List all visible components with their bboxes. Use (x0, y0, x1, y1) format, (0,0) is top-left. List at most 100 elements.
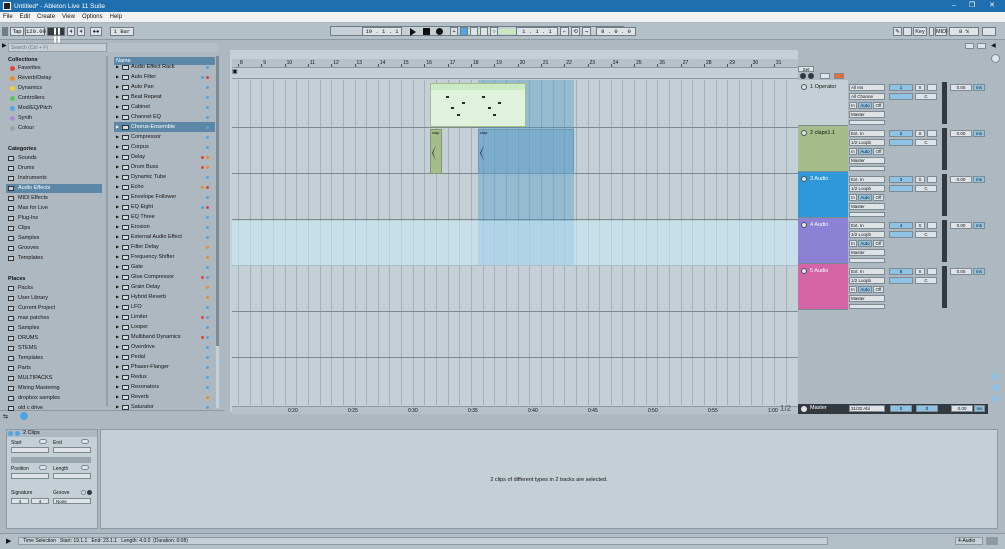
expand-arrow-icon[interactable]: ▶ (116, 132, 119, 142)
audio-clip-clap-2[interactable]: clap (478, 129, 574, 174)
expand-arrow-icon[interactable]: ▶ (116, 342, 119, 352)
ms-button[interactable]: ms (973, 84, 985, 91)
track-name[interactable]: 1 Operator (810, 84, 836, 90)
expand-arrow-icon[interactable]: ▶ (116, 332, 119, 342)
zoom-fit-icon[interactable] (992, 395, 999, 402)
track-output[interactable]: Master (849, 203, 885, 210)
swap-icon[interactable]: ⇆ (3, 413, 11, 420)
expand-arrow-icon[interactable]: ▶ (116, 192, 119, 202)
place-item-packs[interactable]: Packs (6, 284, 102, 293)
track-volume[interactable] (889, 185, 913, 192)
end-set-button[interactable] (81, 439, 89, 444)
category-item-templates[interactable]: Templates (6, 254, 102, 263)
tap-button[interactable]: Tap (10, 27, 24, 36)
minimize-button[interactable]: – (945, 0, 963, 12)
track-output-channel[interactable] (849, 258, 885, 263)
loop-length-field[interactable]: 8 . 0 . 0 (596, 27, 636, 36)
send-button[interactable]: C (915, 139, 937, 146)
expand-arrow-icon[interactable]: ▶ (116, 212, 119, 222)
items-scrollbar[interactable] (216, 56, 219, 408)
expand-arrow-icon[interactable]: ▶ (116, 292, 119, 302)
monitor-in-button[interactable]: In (849, 286, 857, 293)
monitor-in-button[interactable]: In (849, 194, 857, 201)
arm-button[interactable] (927, 130, 937, 137)
device-item-reverb[interactable]: ▶ Reverb (114, 392, 215, 402)
position-field[interactable] (11, 473, 49, 479)
track-output[interactable]: Master (849, 295, 885, 302)
category-item-samples[interactable]: Samples (6, 234, 102, 243)
track-name[interactable]: 5 Audio (810, 268, 828, 274)
expand-arrow-icon[interactable]: ▶ (116, 252, 119, 262)
detail-toggle-icon[interactable]: ▶ (6, 537, 11, 545)
track-vol-value[interactable]: 0.00 (950, 268, 972, 275)
expand-arrow-icon[interactable]: ▶ (116, 82, 119, 92)
track-activator[interactable]: 1 (889, 84, 913, 91)
automation-arm-button[interactable] (460, 27, 468, 36)
end-field[interactable] (53, 447, 91, 453)
expand-arrow-icon[interactable]: ▶ (116, 372, 119, 382)
solo-button[interactable]: S (915, 130, 925, 137)
category-item-plug-ins[interactable]: Plug-Ins (6, 214, 102, 223)
track-input-type[interactable]: Ext. In (849, 268, 885, 275)
master-ms-button[interactable]: ms (974, 405, 985, 412)
monitor-off-button[interactable]: Off (873, 240, 884, 247)
place-item-max-patches[interactable]: max patches (6, 314, 102, 323)
monitor-in-button[interactable]: In (849, 102, 857, 109)
unfold-all-icon[interactable] (808, 73, 814, 79)
signature-numerator[interactable]: 4 (67, 27, 75, 36)
place-item-old-c-drive[interactable]: old c drive (6, 404, 102, 413)
track-header-2[interactable]: 2 claps1.1 (798, 126, 848, 172)
track-input-type[interactable]: Ext. In (849, 130, 885, 137)
track-name[interactable]: 4 Audio (810, 222, 828, 228)
send-button[interactable]: C (915, 93, 937, 100)
monitor-auto-button[interactable]: Auto (858, 194, 872, 201)
device-item-gate[interactable]: ▶ Gate (114, 262, 215, 272)
device-item-pedal[interactable]: ▶ Pedal (114, 352, 215, 362)
track-area[interactable]: clap clap (232, 80, 798, 410)
track-output[interactable]: Master (849, 249, 885, 256)
expand-arrow-icon[interactable]: ▶ (116, 72, 119, 82)
track-header-5[interactable]: 5 Audio (798, 264, 848, 310)
solo-button[interactable]: S (915, 268, 925, 275)
collection-item-mod-eq-pitch[interactable]: Mod/EQ/Pitch (6, 104, 102, 113)
arm-button[interactable] (927, 176, 937, 183)
track-output[interactable]: Master (849, 111, 885, 118)
length-field[interactable] (53, 473, 91, 479)
place-item-multipacks[interactable]: MULTIPACKS (6, 374, 102, 383)
track-output[interactable]: Master (849, 157, 885, 164)
place-item-samples[interactable]: Samples (6, 324, 102, 333)
track-activator[interactable]: 5 (889, 268, 913, 275)
expand-arrow-icon[interactable]: ▶ (116, 302, 119, 312)
device-item-glue-compressor[interactable]: ▶ Glue Compressor (114, 272, 215, 282)
expand-arrow-icon[interactable]: ▶ (116, 142, 119, 152)
master-output[interactable]: 31/32 Abl (849, 405, 885, 412)
expand-arrow-icon[interactable]: ▶ (116, 312, 119, 322)
device-item-overdrive[interactable]: ▶ Overdrive (114, 342, 215, 352)
device-item-compressor[interactable]: ▶ Compressor (114, 132, 215, 142)
menu-file[interactable]: File (3, 14, 13, 20)
device-item-saturator[interactable]: ▶ Saturator (114, 402, 215, 412)
device-item-echo[interactable]: ▶ Echo (114, 182, 215, 192)
collection-item-synth[interactable]: Synth (6, 114, 102, 123)
send-button[interactable]: C (915, 277, 937, 284)
device-item-envelope-follower[interactable]: ▶ Envelope Follower (114, 192, 215, 202)
category-item-midi-effects[interactable]: MIDI Effects (6, 194, 102, 203)
monitor-off-button[interactable]: Off (873, 286, 884, 293)
expand-arrow-icon[interactable]: ▶ (116, 282, 119, 292)
device-item-eq-three[interactable]: ▶ EQ Three (114, 212, 215, 222)
clip-activator-icon[interactable] (8, 431, 13, 436)
place-item-mixing-mastering[interactable]: Mixing Mastering (6, 384, 102, 393)
arm-button[interactable] (927, 268, 937, 275)
tempo-field[interactable]: 120.00 (25, 27, 46, 36)
info-toggle-icon[interactable]: ◀ (991, 42, 999, 50)
start-set-button[interactable] (39, 439, 47, 444)
place-item-stems[interactable]: STEMS (6, 344, 102, 353)
overdub-button[interactable]: + (450, 27, 458, 36)
category-item-drums[interactable]: Drums (6, 164, 102, 173)
midi-map-button[interactable]: MIDI (935, 27, 948, 36)
master-pan[interactable]: 0 (916, 405, 938, 412)
track-vol-value[interactable]: 0.00 (950, 222, 972, 229)
expand-arrow-icon[interactable]: ▶ (116, 182, 119, 192)
ext-sync-button[interactable] (2, 27, 8, 36)
arrangement-expand-button[interactable] (965, 43, 974, 49)
